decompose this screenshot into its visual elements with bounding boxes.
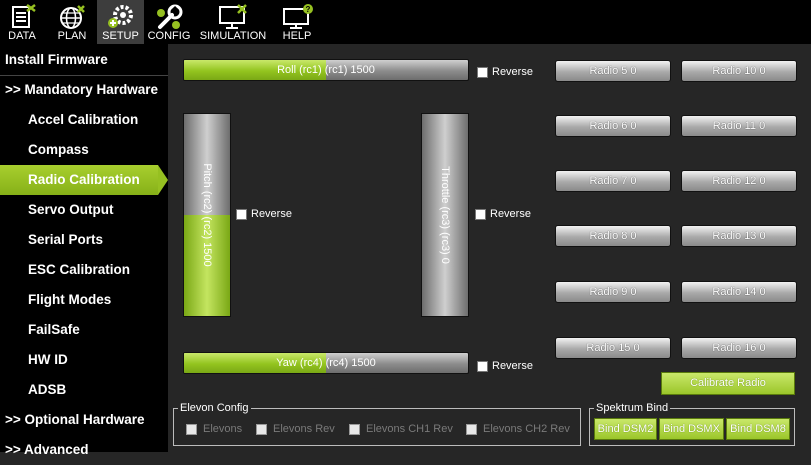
sidebar-item-serial-ports[interactable]: Serial Ports — [0, 225, 168, 255]
bind-dsmx-button[interactable]: Bind DSMX — [659, 418, 724, 440]
checkbox-box[interactable] — [256, 423, 267, 435]
elevons-checkbox[interactable]: Elevons — [186, 423, 242, 435]
throttle-reverse-label: Reverse — [490, 208, 531, 220]
sidebar-item-install-firmware[interactable]: Install Firmware — [0, 45, 168, 75]
toolbar-setup-label: SETUP — [102, 30, 139, 42]
elevons-label: Elevons — [203, 423, 243, 435]
toolbar-help-label: HELP — [282, 30, 312, 42]
toolbar-config-label: CONFIG — [147, 30, 191, 42]
spektrum-bind-group: Spektrum Bind Bind DSM2 Bind DSMX Bind D… — [589, 401, 795, 446]
sidebar-item-advanced[interactable]: >> Advanced — [0, 435, 168, 465]
toolbar-plan-label: PLAN — [57, 30, 87, 42]
toolbar-setup-button[interactable]: SETUP — [97, 0, 144, 44]
sidebar-item-compass[interactable]: Compass — [0, 135, 168, 165]
sidebar-item-servo-output[interactable]: Servo Output — [0, 195, 168, 225]
radio-9-bar: Radio 9 0 — [555, 281, 671, 303]
elevons-rev-checkbox[interactable]: Elevons Rev — [256, 423, 335, 435]
radio-8-bar: Radio 8 0 — [555, 225, 671, 247]
globe-icon — [60, 5, 85, 29]
radio-14-bar: Radio 14 0 — [681, 281, 797, 303]
elevons-ch2-rev-checkbox[interactable]: Elevons CH2 Rev — [466, 423, 570, 435]
top-toolbar: DATA PLAN SETUP CONFIG SIMULATION ? HELP — [0, 0, 811, 44]
checkbox-box[interactable] — [186, 423, 197, 435]
roll-bar-label: Roll (rc1) (rc1) 1500 — [277, 64, 375, 76]
elevon-config-group: Elevon Config Elevons Elevons Rev Elevon… — [173, 401, 581, 446]
sidebar-item-radio-calibration[interactable]: Radio Calibration — [0, 165, 158, 195]
toolbar-simulation-label: SIMULATION — [199, 30, 267, 42]
toolbar-plan-button[interactable]: PLAN — [50, 0, 94, 44]
checkbox-box[interactable] — [466, 423, 477, 435]
sidebar-item-optional-hardware[interactable]: >> Optional Hardware — [0, 405, 168, 435]
radio-16-bar: Radio 16 0 — [681, 337, 797, 359]
data-icon — [12, 4, 36, 28]
roll-reverse-label: Reverse — [492, 66, 533, 78]
radio-10-bar: Radio 10 0 — [681, 60, 797, 82]
radio-6-bar: Radio 6 0 — [555, 115, 671, 137]
checkbox-box[interactable] — [475, 208, 486, 220]
toolbar-help-button[interactable]: ? HELP — [274, 0, 320, 44]
monitor-icon — [219, 4, 247, 29]
sidebar-item-adsb[interactable]: ADSB — [0, 375, 168, 405]
bind-dsm2-button[interactable]: Bind DSM2 — [594, 418, 657, 440]
pitch-reverse-label: Reverse — [251, 208, 292, 220]
gears-icon — [107, 5, 133, 28]
sidebar-item-flight-modes[interactable]: Flight Modes — [0, 285, 168, 315]
bind-dsm8-button[interactable]: Bind DSM8 — [726, 418, 790, 440]
throttle-reverse-checkbox[interactable]: Reverse — [475, 208, 531, 220]
elevon-config-title: Elevon Config — [178, 401, 251, 415]
checkbox-box[interactable] — [477, 360, 488, 372]
radio-12-bar: Radio 12 0 — [681, 170, 797, 192]
radio-11-bar: Radio 11 0 — [681, 115, 797, 137]
sidebar-item-hw-id[interactable]: HW ID — [0, 345, 168, 375]
throttle-bar: Throttle (rc3) (rc3) 0 — [421, 113, 469, 317]
sidebar-item-mandatory-hardware[interactable]: >> Mandatory Hardware — [0, 75, 168, 105]
elevons-ch1-rev-checkbox[interactable]: Elevons CH1 Rev — [349, 423, 453, 435]
sidebar-item-accel-calibration[interactable]: Accel Calibration — [0, 105, 168, 135]
toolbar-config-button[interactable]: CONFIG — [146, 0, 192, 44]
setup-sidebar: Install Firmware >> Mandatory Hardware A… — [0, 44, 168, 457]
yaw-reverse-checkbox[interactable]: Reverse — [477, 360, 533, 372]
checkbox-box[interactable] — [477, 66, 488, 78]
elevons-rev-label: Elevons Rev — [273, 423, 335, 435]
active-item-arrow — [158, 165, 168, 195]
radio-5-bar: Radio 5 0 — [555, 60, 671, 82]
pitch-bar-label: Pitch (rc2) (rc2) 1500 — [201, 163, 213, 267]
sidebar-item-failsafe[interactable]: FailSafe — [0, 315, 168, 345]
checkbox-box[interactable] — [236, 208, 247, 220]
yaw-reverse-label: Reverse — [492, 360, 533, 372]
toolbar-data-button[interactable]: DATA — [0, 0, 44, 44]
yaw-bar-label: Yaw (rc4) (rc4) 1500 — [276, 357, 376, 369]
roll-bar: Roll (rc1) (rc1) 1500 — [183, 59, 469, 81]
sidebar-item-esc-calibration[interactable]: ESC Calibration — [0, 255, 168, 285]
help-monitor-icon: ? — [283, 4, 313, 29]
calibrate-radio-button[interactable]: Calibrate Radio — [661, 372, 795, 395]
checkbox-box[interactable] — [349, 423, 360, 435]
toolbar-simulation-button[interactable]: SIMULATION — [197, 0, 269, 44]
svg-text:?: ? — [306, 5, 311, 14]
throttle-bar-label: Throttle (rc3) (rc3) 0 — [439, 166, 451, 264]
spektrum-bind-title: Spektrum Bind — [594, 401, 671, 415]
elevons-ch1-rev-label: Elevons CH1 Rev — [366, 423, 453, 435]
radio-calibration-panel: Roll (rc1) (rc1) 1500 Reverse Pitch (rc2… — [170, 44, 811, 452]
radio-7-bar: Radio 7 0 — [555, 170, 671, 192]
yaw-bar: Yaw (rc4) (rc4) 1500 — [183, 352, 469, 374]
elevons-ch2-rev-label: Elevons CH2 Rev — [483, 423, 570, 435]
wrench-icon — [157, 4, 183, 29]
roll-reverse-checkbox[interactable]: Reverse — [477, 66, 533, 78]
radio-15-bar: Radio 15 0 — [555, 337, 671, 359]
radio-13-bar: Radio 13 0 — [681, 225, 797, 247]
toolbar-data-label: DATA — [8, 30, 36, 42]
pitch-bar: Pitch (rc2) (rc2) 1500 — [183, 113, 231, 317]
pitch-reverse-checkbox[interactable]: Reverse — [236, 208, 292, 220]
